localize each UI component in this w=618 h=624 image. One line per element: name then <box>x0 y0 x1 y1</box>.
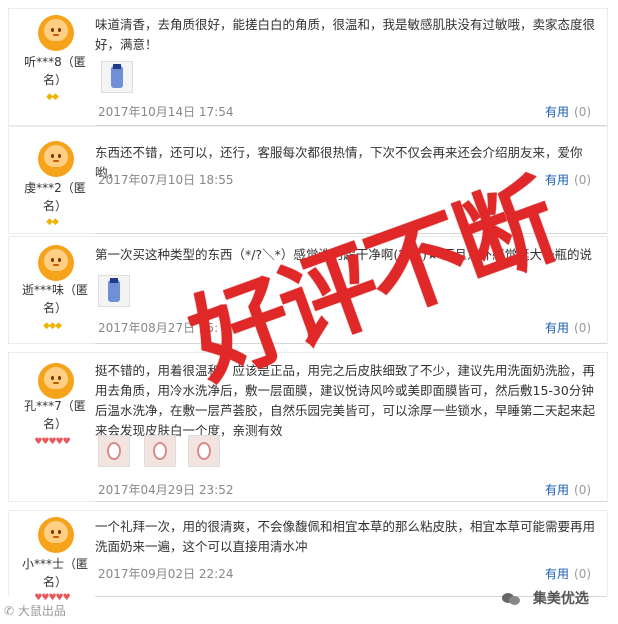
user-avatar[interactable] <box>38 245 74 281</box>
reviewer-name: 听***8（匿名） <box>24 55 86 87</box>
useful-label: 有用 <box>545 321 570 335</box>
reviewer-level-badge: ◆◆ <box>46 217 59 227</box>
reviewer-level-badge: ♥♥♥♥♥ <box>34 437 70 447</box>
review-date: 2017年04月29日 23:52 <box>98 483 234 497</box>
useful-button[interactable]: 有用 (0) <box>545 171 591 188</box>
watermark-left-text: 大鼠出品 <box>17 604 66 618</box>
user-avatar[interactable] <box>38 141 74 177</box>
review-item: 孔***7（匿名） ♥♥♥♥♥ 挺不错的，用着很温和，应该是正品，用完之后皮肤细… <box>8 352 608 502</box>
review-photo-thumbnail[interactable] <box>144 435 176 467</box>
weibo-icon: ✆ <box>4 604 15 618</box>
review-photo-thumbnail[interactable] <box>98 275 130 307</box>
reviewer-name: 虔***2（匿名） <box>24 181 86 213</box>
review-comment: 味道清香，去角质很好，能搓白白的角质，很温和，我是敏感肌肤没有过敏哦，卖家态度很… <box>95 17 596 52</box>
reviewer-name: 小***士（匿名） <box>21 557 88 589</box>
review-item: 小***士（匿名） ♥♥♥♥♥ 一个礼拜一次，用的很清爽，不会像馥佩和相宜本草的… <box>8 510 608 603</box>
review-comment: 第一次买这种类型的东西（*/?＼*）感觉洗的超干净啊(?ω?)★ 而且意外感觉挺… <box>95 247 593 262</box>
review-item: 逝***味（匿名） ◆◆◆ 第一次买这种类型的东西（*/?＼*）感觉洗的超干净啊… <box>8 236 608 344</box>
useful-button[interactable]: 有用 (0) <box>545 103 591 120</box>
review-item: 听***8（匿名） ◆◆ 味道清香，去角质很好，能搓白白的角质，很温和，我是敏感… <box>8 8 608 126</box>
reviewer-name: 孔***7（匿名） <box>24 399 86 431</box>
useful-count: (0) <box>574 483 592 497</box>
review-comment: 挺不错的，用着很温和，应该是正品，用完之后皮肤细致了不少，建议先用洗面奶洗脸，再… <box>95 363 596 438</box>
user-avatar[interactable] <box>38 363 74 399</box>
useful-label: 有用 <box>545 105 570 119</box>
watermark-right-text: 集美优选 <box>532 591 589 607</box>
wechat-icon <box>502 592 522 606</box>
useful-button[interactable]: 有用 (0) <box>545 319 591 336</box>
review-date: 2017年10月14日 17:54 <box>98 105 234 119</box>
review-comment: 一个礼拜一次，用的很清爽，不会像馥佩和相宜本草的那么粘皮肤，相宜本草可能需要再用… <box>95 519 596 554</box>
user-avatar[interactable] <box>38 517 74 553</box>
useful-label: 有用 <box>545 567 570 581</box>
reviewer-level-badge: ◆◆◆ <box>43 321 62 331</box>
useful-count: (0) <box>574 567 592 581</box>
review-photo-thumbnail[interactable] <box>98 435 130 467</box>
watermark-left: ✆ 大鼠出品 <box>4 602 66 619</box>
review-date: 2017年07月10日 18:55 <box>98 173 234 187</box>
useful-label: 有用 <box>545 483 570 497</box>
review-item: 虔***2（匿名） ◆◆ 东西还不错，还可以，还行，客服每次都很热情，下次不仅会… <box>8 126 608 234</box>
useful-button[interactable]: 有用 (0) <box>545 565 591 582</box>
user-avatar[interactable] <box>38 15 74 51</box>
review-photo-thumbnail[interactable] <box>101 61 133 93</box>
watermark-right: 集美优选 <box>502 588 589 608</box>
reviewer-level-badge: ◆◆ <box>46 92 59 102</box>
reviewer-name: 逝***味（匿名） <box>21 283 88 315</box>
useful-label: 有用 <box>545 173 570 187</box>
review-photo-thumbnail[interactable] <box>188 435 220 467</box>
useful-count: (0) <box>574 173 592 187</box>
useful-count: (0) <box>574 321 592 335</box>
review-date: 2017年08月27日 15: <box>98 321 219 335</box>
useful-button[interactable]: 有用 (0) <box>545 481 591 498</box>
useful-count: (0) <box>574 105 592 119</box>
review-date: 2017年09月02日 22:24 <box>98 567 234 581</box>
